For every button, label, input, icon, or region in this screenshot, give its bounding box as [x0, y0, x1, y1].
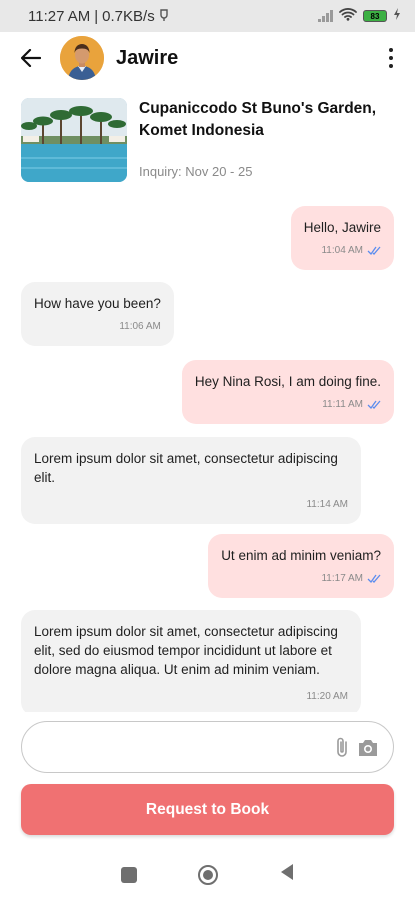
status-separator: |: [94, 7, 99, 25]
more-vertical-icon: [389, 48, 393, 52]
usb-icon: [159, 8, 169, 25]
chat-messages[interactable]: Hello, Jawire 11:04 AM How have you been…: [0, 195, 415, 712]
contact-name: Jawire: [116, 46, 179, 69]
message-meta: 11:17 AM: [221, 569, 381, 588]
request-to-book-label: Request to Book: [145, 800, 270, 818]
double-check-icon: [367, 246, 381, 255]
chat-header: Jawire: [0, 32, 415, 84]
listing-inquiry-dates: Inquiry: Nov 20 - 25: [139, 164, 253, 179]
status-bar: 11:27 AM | 0.7KB/s 83: [0, 0, 415, 32]
listing-card[interactable]: Cupaniccodo St Buno's Garden, Komet Indo…: [21, 98, 401, 184]
message-composer: [21, 721, 394, 773]
camera-button[interactable]: [357, 738, 379, 757]
message-meta: 11:04 AM: [304, 241, 381, 260]
message-time: 11:14 AM: [306, 499, 348, 510]
home-icon: [202, 869, 213, 880]
listing-title: Cupaniccodo St Buno's Garden, Komet Indo…: [139, 100, 377, 139]
battery-icon: 83: [363, 10, 387, 22]
system-navigation-bar: [0, 850, 415, 899]
message-meta: 11:20 AM: [34, 687, 348, 706]
back-button[interactable]: [18, 45, 44, 71]
double-check-icon: [367, 574, 381, 583]
message-bubble-outgoing[interactable]: Hello, Jawire 11:04 AM: [290, 206, 394, 270]
message-bubble-outgoing[interactable]: Hey Nina Rosi, I am doing fine. 11:11 AM: [181, 360, 394, 424]
double-check-icon: [367, 400, 381, 409]
more-options-button[interactable]: [381, 43, 401, 73]
message-text: Ut enim ad minim veniam?: [221, 548, 381, 563]
message-time: 11:06 AM: [119, 321, 161, 332]
signal-icon: [318, 10, 333, 22]
attach-button[interactable]: [335, 736, 349, 758]
message-time: 11:04 AM: [321, 245, 363, 256]
message-meta: 11:06 AM: [34, 317, 161, 336]
listing-info: Cupaniccodo St Buno's Garden, Komet Indo…: [139, 98, 401, 184]
message-bubble-incoming[interactable]: How have you been? 11:06 AM: [21, 282, 174, 346]
paperclip-icon: [337, 737, 347, 757]
message-time: 11:11 AM: [322, 399, 363, 410]
home-button[interactable]: [197, 864, 218, 885]
battery-level: 83: [370, 11, 380, 21]
nav-back-button[interactable]: [279, 863, 295, 886]
recents-button[interactable]: [120, 866, 137, 883]
message-time: 11:17 AM: [321, 573, 363, 584]
listing-thumbnail[interactable]: [21, 98, 127, 182]
arrow-left-icon: [21, 49, 41, 67]
wifi-icon: [339, 7, 357, 26]
camera-icon: [359, 739, 377, 756]
message-text: How have you been?: [34, 296, 161, 311]
message-text: Lorem ipsum dolor sit amet, consectetur …: [34, 451, 338, 485]
message-text: Hey Nina Rosi, I am doing fine.: [194, 374, 381, 389]
triangle-back-icon: [280, 864, 293, 880]
message-bubble-incoming[interactable]: Lorem ipsum dolor sit amet, consectetur …: [21, 437, 361, 524]
message-time: 11:20 AM: [306, 691, 348, 702]
message-text: Lorem ipsum dolor sit amet, consectetur …: [34, 624, 338, 677]
message-bubble-outgoing[interactable]: Ut enim ad minim veniam? 11:17 AM: [208, 534, 394, 598]
message-bubble-incoming[interactable]: Lorem ipsum dolor sit amet, consectetur …: [21, 610, 361, 712]
network-speed: 0.7KB/s: [102, 7, 155, 25]
status-left: 11:27 AM | 0.7KB/s: [28, 8, 169, 25]
charging-icon: [393, 7, 401, 25]
message-meta: 11:11 AM: [195, 395, 381, 414]
status-right: 83: [318, 7, 401, 26]
message-meta: 11:14 AM: [34, 495, 348, 514]
status-time: 11:27 AM: [28, 7, 91, 25]
message-input[interactable]: [40, 739, 327, 755]
message-text: Hello, Jawire: [303, 220, 381, 235]
request-to-book-button[interactable]: Request to Book: [21, 784, 394, 835]
avatar[interactable]: [60, 36, 104, 80]
